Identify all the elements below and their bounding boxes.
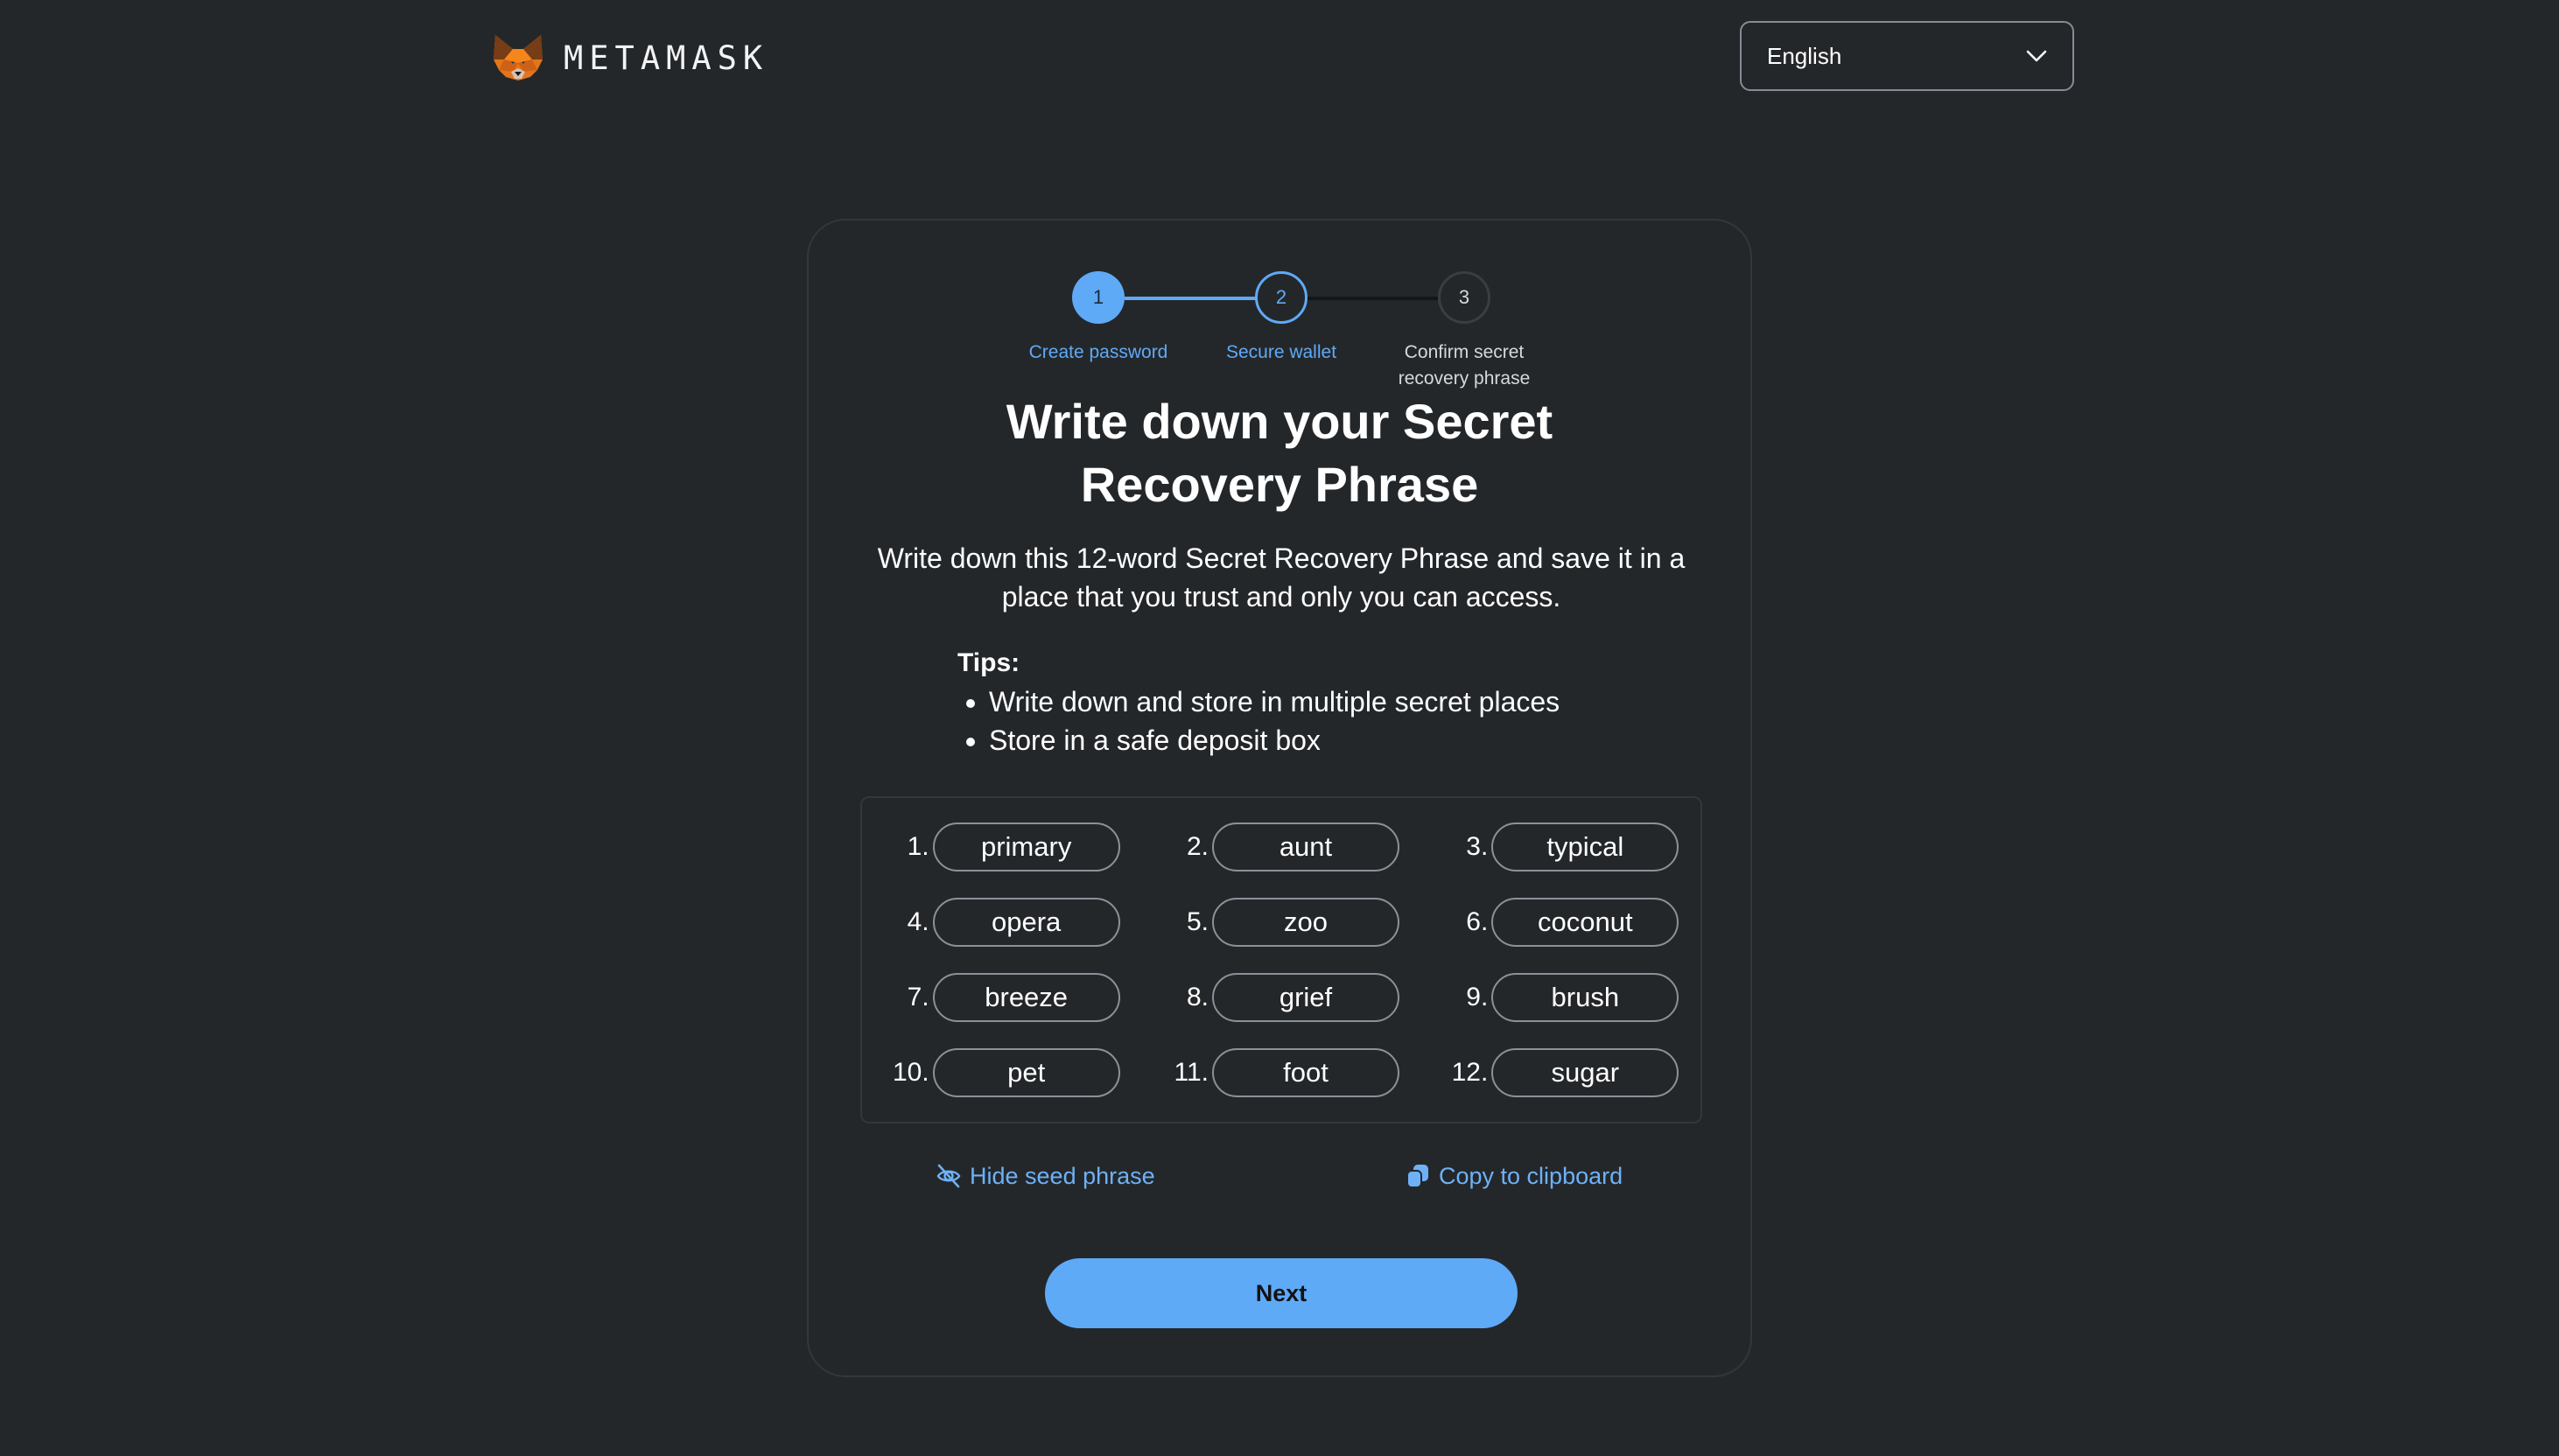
seed-word-3: 3. typical [1421, 822, 1700, 872]
step-1-label: Create password [1028, 342, 1168, 362]
tip-item: Store in a safe deposit box [989, 721, 1658, 760]
seed-word: zoo [1211, 898, 1399, 947]
seed-word-2: 2. aunt [1141, 822, 1420, 872]
seed-word-index: 7. [907, 983, 929, 1012]
copy-to-clipboard-label: Copy to clipboard [1439, 1162, 1623, 1189]
language-select-value: English [1767, 42, 1842, 69]
seed-word-10: 10. pet [862, 1048, 1141, 1097]
seed-word-index: 2. [1186, 832, 1209, 861]
seed-word: typical [1491, 822, 1679, 872]
seed-word-index: 1. [907, 832, 929, 861]
tips-list: Write down and store in multiple secret … [957, 682, 1658, 760]
eye-slash-icon [936, 1164, 961, 1188]
secure-wallet-card: 1 2 3 Create password Secure wallet Conf… [807, 219, 1752, 1377]
seed-word-6: 6. coconut [1421, 898, 1700, 947]
seed-word-4: 4. opera [862, 898, 1141, 947]
hide-seed-phrase-label: Hide seed phrase [970, 1162, 1155, 1189]
page: METAMASK English 1 2 3 Create password S… [0, 0, 2559, 1456]
step-1-number: 1 [1092, 286, 1104, 308]
step-1-circle: 1 [1072, 271, 1125, 324]
description: Write down this 12-word Secret Recovery … [877, 542, 1686, 612]
copy-icon [1406, 1165, 1428, 1188]
seed-phrase-panel: 1. primary 2. aunt 3. typical 4. opera 5. zoo… [860, 796, 1702, 1124]
seed-word-12: 12. sugar [1421, 1048, 1700, 1097]
seed-word: breeze [932, 973, 1120, 1022]
step-2-circle: 2 [1255, 271, 1308, 324]
step-2-label: Secure wallet [1225, 342, 1337, 362]
step-connector-1-2 [1125, 297, 1256, 300]
brand-name: METAMASK [564, 38, 769, 77]
seed-word: brush [1491, 973, 1679, 1022]
seed-word-index: 4. [907, 907, 929, 936]
seed-word: primary [932, 822, 1120, 872]
seed-word-1: 1. primary [862, 822, 1141, 872]
seed-phrase-grid: 1. primary 2. aunt 3. typical 4. opera 5. zoo… [862, 822, 1700, 1097]
language-select[interactable]: English [1740, 21, 2074, 91]
tips-section: Tips: Write down and store in multiple s… [957, 644, 1658, 760]
seed-word-8: 8. grief [1141, 973, 1420, 1022]
seed-word: aunt [1211, 822, 1399, 872]
tip-item: Write down and store in multiple secret … [989, 682, 1658, 721]
metamask-logo[interactable]: METAMASK [492, 33, 768, 82]
step-3-circle: 3 [1438, 271, 1490, 324]
step-connector-2-3 [1308, 297, 1439, 300]
seed-word-index: 11. [1174, 1058, 1209, 1087]
step-3-label: Confirm secret recovery phrase [1398, 342, 1531, 388]
onboarding-stepper: 1 2 3 Create password Secure wallet Conf… [809, 220, 1750, 396]
metamask-fox-icon [494, 35, 543, 80]
seed-word: foot [1211, 1048, 1399, 1097]
seed-word-index: 9. [1466, 983, 1489, 1012]
seed-word-index: 3. [1466, 832, 1489, 861]
seed-word: opera [932, 898, 1120, 947]
next-button[interactable]: Next [1045, 1258, 1518, 1328]
seed-word: coconut [1491, 898, 1679, 947]
seed-word: sugar [1491, 1048, 1679, 1097]
seed-word-index: 12. [1451, 1058, 1489, 1087]
seed-word-5: 5. zoo [1141, 898, 1420, 947]
seed-word-11: 11. foot [1141, 1048, 1420, 1097]
step-2-number: 2 [1275, 286, 1287, 308]
seed-word-9: 9. brush [1421, 973, 1700, 1022]
seed-word-7: 7. breeze [862, 973, 1141, 1022]
hide-seed-phrase-button[interactable]: Hide seed phrase [935, 1162, 1155, 1190]
seed-word-index: 6. [1466, 907, 1489, 936]
step-3-number: 3 [1458, 286, 1470, 308]
seed-word: grief [1211, 973, 1399, 1022]
page-title: Write down your Secret Recovery Phrase [809, 390, 1750, 516]
seed-word-index: 8. [1186, 983, 1209, 1012]
tips-title: Tips: [957, 648, 1020, 677]
seed-word: pet [932, 1048, 1120, 1097]
page-title-text: Write down your Secret Recovery Phrase [1006, 394, 1553, 512]
seed-word-index: 10. [892, 1058, 929, 1087]
copy-to-clipboard-button[interactable]: Copy to clipboard [1404, 1162, 1623, 1190]
seed-word-index: 5. [1186, 907, 1209, 936]
chevron-down-icon [2026, 50, 2047, 62]
